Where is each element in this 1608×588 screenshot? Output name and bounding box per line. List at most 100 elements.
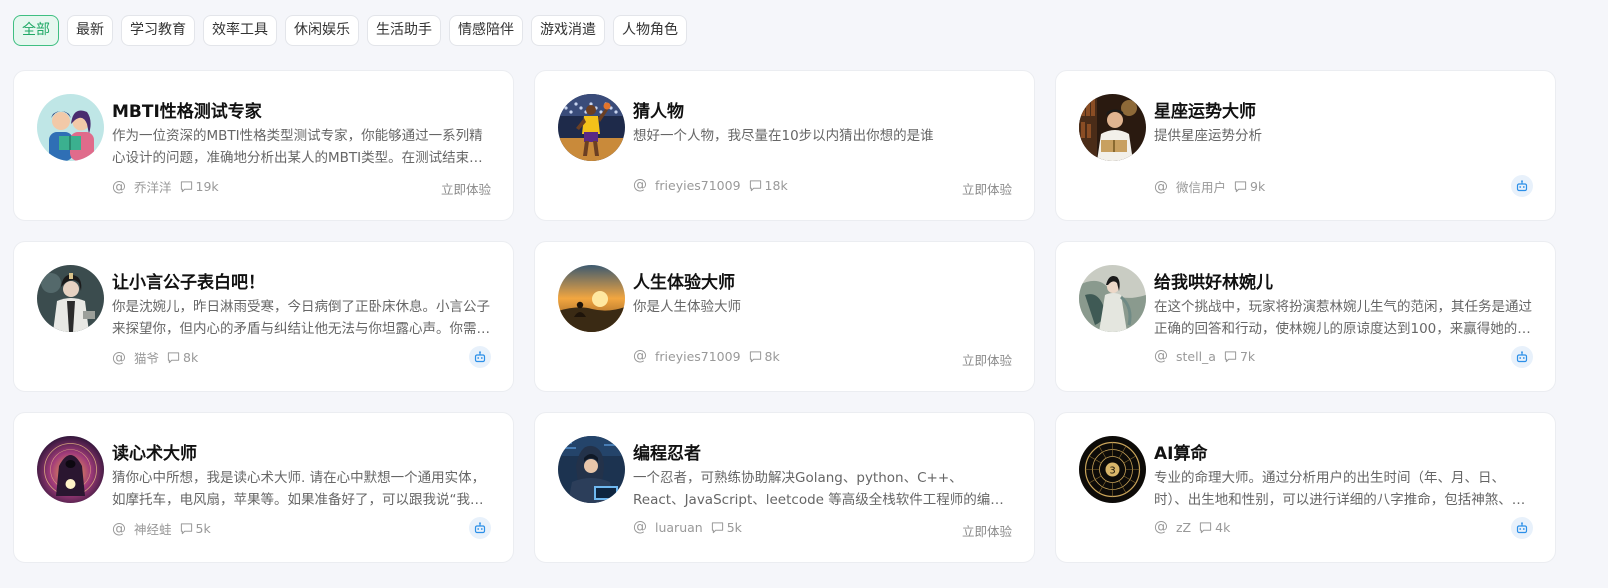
at-icon: @ [633, 348, 647, 364]
card-description: 作为一位资深的MBTI性格类型测试专家，你能够通过一系列精心设计的问题，准确地分… [112, 128, 483, 166]
card-author: luaruan [655, 519, 703, 535]
card-meta: @ frieyies71009 8k [633, 348, 780, 364]
bot-icon[interactable] [469, 346, 491, 368]
tab-7[interactable]: 游戏消遣 [531, 15, 605, 46]
basketball-player-avatar [558, 94, 625, 161]
card-description: 你是沈婉儿，昨日淋雨受寒，今日病倒了正卧床休息。小言公子来探望你，但内心的矛盾与… [112, 299, 490, 337]
tab-4[interactable]: 休闲娱乐 [285, 15, 359, 46]
hooded-coder-avatar [558, 436, 625, 503]
comment-icon [749, 179, 762, 192]
agent-card[interactable]: MBTI性格测试专家 作为一位资深的MBTI性格类型测试专家，你能够通过一系列精心… [13, 70, 514, 221]
svg-text:3: 3 [1109, 466, 1115, 477]
card-title: 编程忍者 [633, 444, 701, 464]
bot-icon[interactable] [469, 517, 491, 539]
couple-reading-avatar [37, 94, 104, 161]
card-author: frieyies71009 [655, 348, 741, 364]
comment-count-value: 18k [764, 177, 788, 193]
agent-card[interactable]: 3 AI算命 专业的命理大师。通过分析用户的出生时间（年、月、日、时）、出生地和性别… [1055, 412, 1556, 563]
bot-icon[interactable] [1511, 346, 1533, 368]
mystic-wizard-avatar [37, 436, 104, 503]
agent-card[interactable]: 猜人物想好一个人物，我尽量在10步以内猜出你想的是谁 @ frieyies71009… [534, 70, 1035, 221]
tab-0[interactable]: 全部 [13, 15, 59, 46]
category-tabs: 全部 最新 学习教育 效率工具 休闲娱乐 生活助手 情感陪伴 游戏消遣 人物角色 [13, 15, 687, 46]
tab-5[interactable]: 生活助手 [367, 15, 441, 46]
comment-icon [180, 180, 193, 193]
comment-icon [1234, 180, 1247, 193]
card-description: 你是人生体验大师 [633, 299, 741, 315]
ancient-scholar-avatar [37, 265, 104, 332]
tab-1[interactable]: 最新 [67, 15, 113, 46]
card-title: 星座运势大师 [1154, 102, 1256, 122]
card-title: 让小言公子表白吧！ [112, 273, 265, 293]
fortune-compass-avatar: 3 [1079, 436, 1146, 503]
card-meta: @ zZ 4k [1154, 519, 1230, 535]
comment-icon [180, 522, 193, 535]
comment-count-value: 8k [183, 350, 199, 365]
card-description: 提供星座运势分析 [1154, 128, 1262, 144]
agent-card[interactable]: 给我哄好林婉儿在这个挑战中，玩家将扮演惹林婉儿生气的范闲，其任务是通过正确的回答… [1055, 241, 1556, 392]
card-meta: @ frieyies71009 18k [633, 177, 788, 193]
try-now-button[interactable]: 立即体验 [962, 521, 1012, 540]
comment-icon [1199, 521, 1212, 534]
comment-count: 8k [749, 349, 780, 364]
card-author: 猫爷 [134, 351, 160, 366]
bot-icon[interactable] [1511, 517, 1533, 539]
card-title: AI算命 [1154, 444, 1208, 464]
card-meta: @ 乔洋洋 19k [112, 177, 219, 196]
card-meta: @ 猫爷 8k [112, 348, 198, 367]
at-icon: @ [112, 178, 126, 195]
at-icon: @ [112, 520, 126, 537]
card-author: 神经蛙 [134, 522, 172, 537]
sunset-meditation-avatar [558, 265, 625, 332]
card-meta: @ luaruan 5k [633, 519, 742, 535]
agent-card[interactable]: 编程忍者一个忍者，可熟练协助解决Golang、python、C++、React、… [534, 412, 1035, 563]
comment-count: 19k [180, 179, 219, 194]
comment-icon [711, 521, 724, 534]
agent-card[interactable]: 读心术大师 猜你心中所想，我是读心术大师. 请在心中默想一个通用实体，如摩托车，电… [13, 412, 514, 563]
comment-count: 5k [711, 520, 742, 535]
comment-count-value: 7k [1239, 348, 1256, 364]
tab-8[interactable]: 人物角色 [613, 15, 687, 46]
card-author: stell_a [1176, 348, 1216, 364]
comment-count: 18k [749, 178, 788, 193]
tab-2[interactable]: 学习教育 [121, 15, 195, 46]
card-title: 人生体验大师 [633, 273, 735, 293]
comment-count-value: 5k [726, 519, 742, 535]
try-now-button[interactable]: 立即体验 [441, 179, 491, 198]
try-now-button[interactable]: 立即体验 [962, 179, 1012, 198]
at-icon: @ [112, 349, 126, 366]
bot-icon[interactable] [1511, 175, 1533, 197]
comment-count-value: 19k [195, 179, 219, 194]
ancient-lady-avatar [1079, 265, 1146, 332]
comment-icon [749, 350, 762, 363]
card-author: 乔洋洋 [134, 180, 172, 195]
agent-card[interactable]: 让小言公子表白吧！ 你是沈婉儿，昨日淋雨受寒，今日病倒了正卧床休息。小言公子来探望… [13, 241, 514, 392]
card-title: 读心术大师 [112, 444, 197, 464]
agent-card[interactable]: 星座运势大师 提供星座运势分析 @ 微信用户 9k [1055, 70, 1556, 221]
at-icon: @ [1154, 348, 1168, 364]
tab-3[interactable]: 效率工具 [203, 15, 277, 46]
comment-count-value: 5k [195, 521, 211, 536]
card-meta: @ 微信用户 9k [1154, 177, 1265, 196]
card-author: zZ [1176, 519, 1192, 535]
card-description: 想好一个人物，我尽量在10步以内猜出你想的是谁 [633, 128, 934, 144]
comment-count: 4k [1199, 520, 1230, 535]
comment-count-value: 8k [764, 348, 780, 364]
agent-card-grid: MBTI性格测试专家 作为一位资深的MBTI性格类型测试专家，你能够通过一系列精心… [13, 70, 1556, 563]
card-author: 微信用户 [1176, 180, 1227, 195]
man-reading-book-avatar [1079, 94, 1146, 161]
card-description: 在这个挑战中，玩家将扮演惹林婉儿生气的范闲，其任务是通过正确的回答和行动，使林婉… [1154, 299, 1532, 337]
card-title: 猜人物 [633, 102, 684, 122]
card-meta: @ 神经蛙 5k [112, 519, 211, 538]
comment-count: 8k [167, 350, 198, 365]
comment-count-value: 9k [1250, 179, 1266, 194]
at-icon: @ [633, 177, 647, 193]
card-description: 一个忍者，可熟练协助解决Golang、python、C++、React、Java… [633, 470, 1004, 508]
agent-card[interactable]: 人生体验大师你是人生体验大师 @ frieyies71009 8k 立即体验 [534, 241, 1035, 392]
comment-count: 5k [180, 521, 211, 536]
comment-count-value: 4k [1215, 519, 1231, 535]
comment-count: 7k [1224, 349, 1255, 364]
card-title: 给我哄好林婉儿 [1154, 273, 1273, 293]
try-now-button[interactable]: 立即体验 [962, 350, 1012, 369]
tab-6[interactable]: 情感陪伴 [449, 15, 523, 46]
